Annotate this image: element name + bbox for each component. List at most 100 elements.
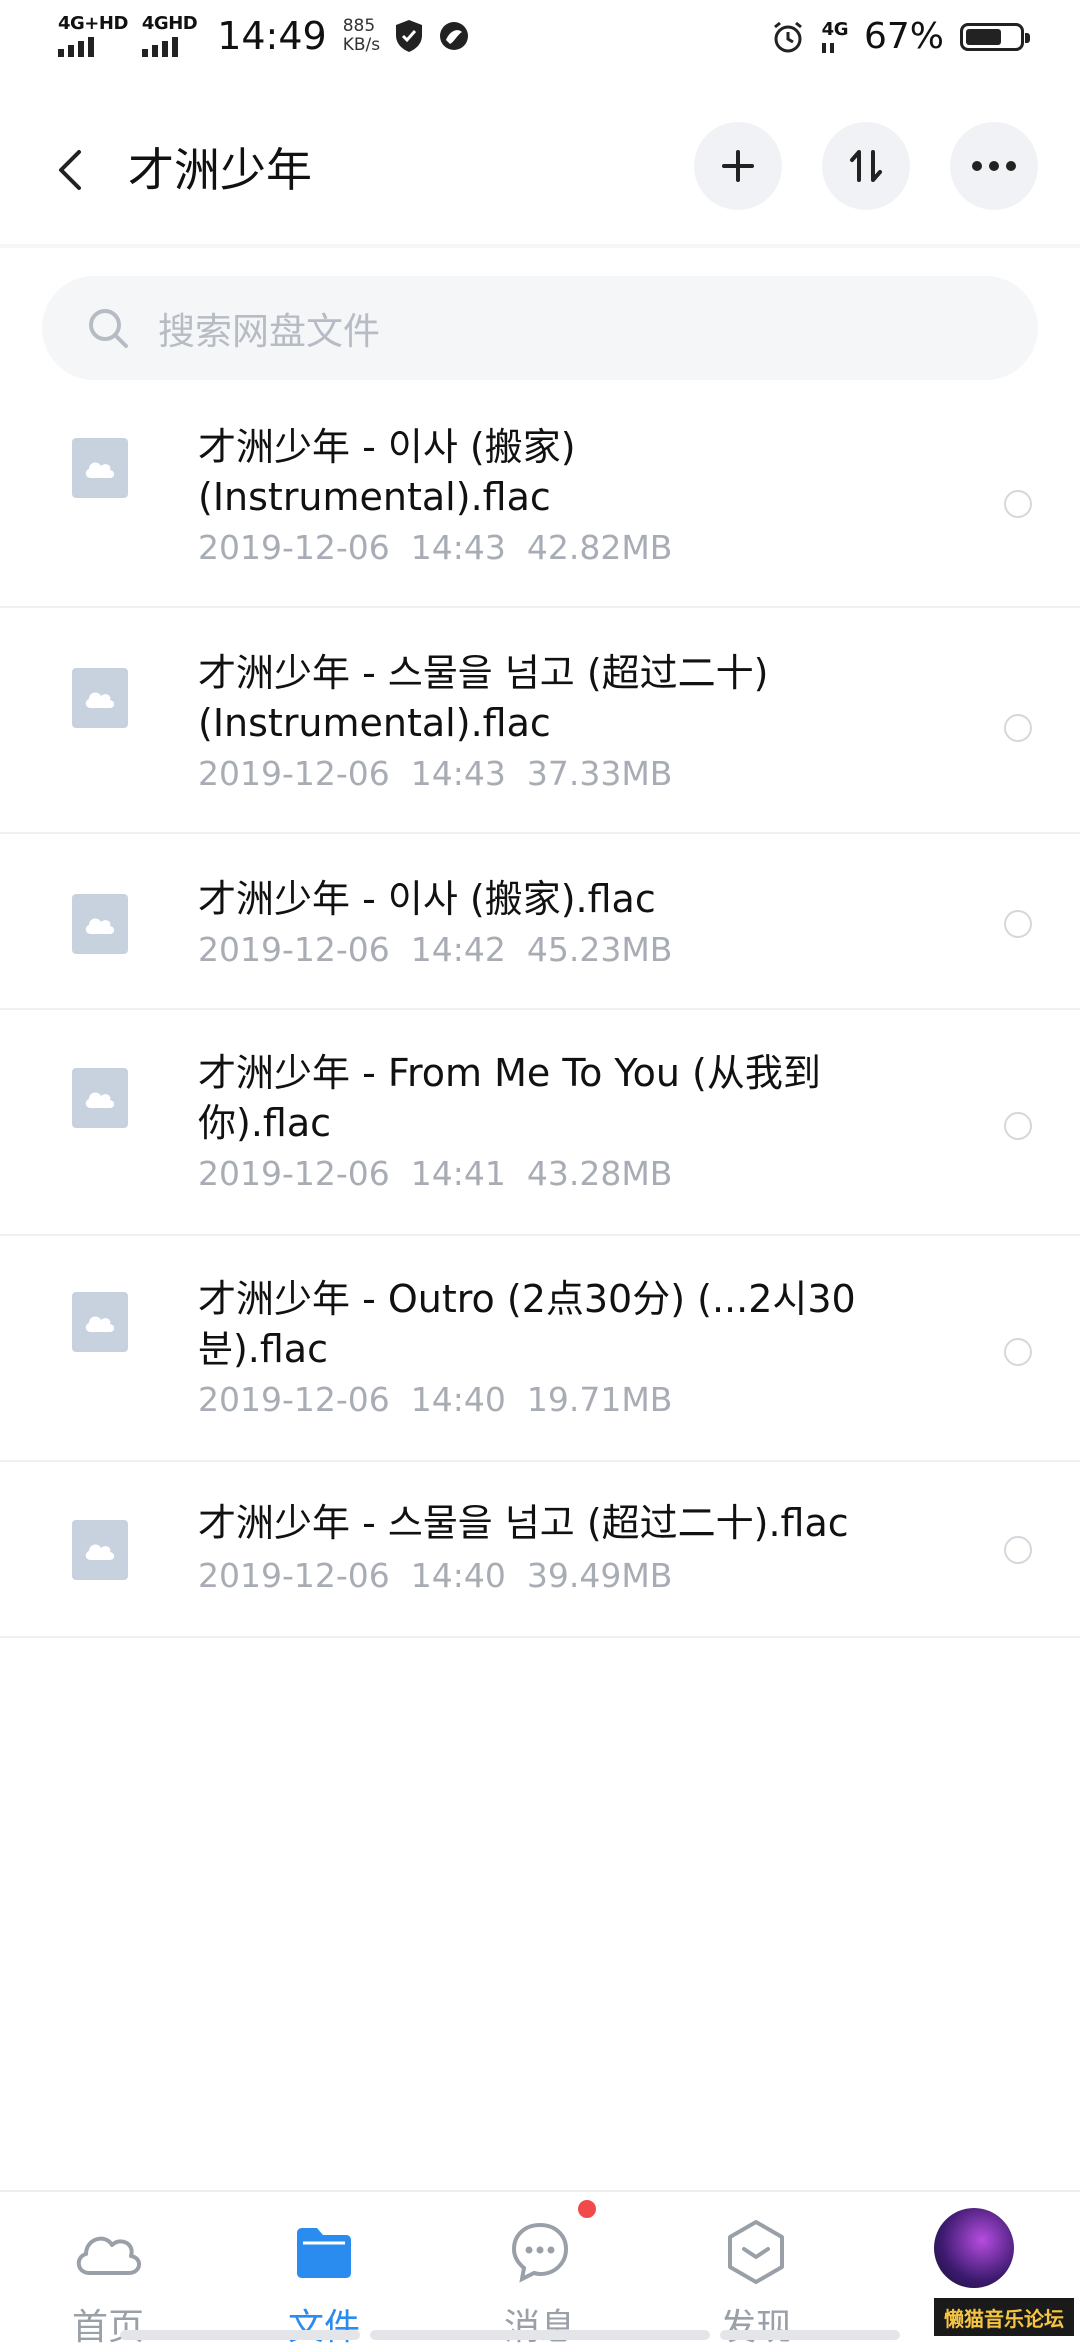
file-date: 2019-12-06 (198, 754, 390, 793)
more-button[interactable] (950, 122, 1038, 210)
file-date: 2019-12-06 (198, 1556, 390, 1595)
tab-discover[interactable]: 发现 (648, 2192, 864, 2348)
select-radio[interactable] (1004, 1112, 1032, 1140)
select-radio[interactable] (1004, 910, 1032, 938)
tab-files[interactable]: 文件 (216, 2192, 432, 2348)
file-meta: 2019-12-06 14:43 37.33MB (198, 754, 672, 793)
back-button[interactable] (48, 138, 92, 202)
cloud-icon (72, 2216, 144, 2288)
network-indicator-2: 4GHD (141, 13, 198, 57)
network-label-2: 4GHD (141, 13, 198, 34)
battery-icon (960, 22, 1030, 51)
file-date: 2019-12-06 (198, 930, 390, 969)
vpn-globe-icon (440, 22, 469, 50)
sort-button[interactable] (822, 122, 910, 210)
discover-icon (720, 2216, 792, 2288)
add-button[interactable] (694, 122, 782, 210)
signal-bars-icon (58, 37, 94, 57)
file-icon (72, 1068, 128, 1128)
file-icon (72, 1292, 128, 1352)
signal-bars-icon (141, 37, 178, 57)
page-title: 才洲少年 (128, 143, 312, 197)
file-icon (72, 894, 128, 954)
file-name: 才洲少年 - 스물을 넘고 (超过二十).flac (198, 1501, 849, 1545)
tab-label-home: 首页 (71, 2307, 144, 2348)
file-date: 2019-12-06 (198, 1380, 390, 1419)
header-divider (0, 244, 1080, 248)
file-list: 才洲少年 - 이사 (搬家) (Instrumental).flac 2019-… (0, 400, 1080, 1638)
search-bar[interactable]: 搜索网盘文件 (42, 276, 1038, 380)
select-radio[interactable] (1004, 490, 1032, 518)
file-time: 14:43 (410, 528, 506, 567)
search-icon (86, 306, 130, 350)
file-row[interactable]: 才洲少年 - From Me To You (从我到你).flac 2019-1… (0, 1010, 1080, 1236)
status-time: 14:49 (217, 14, 327, 58)
battery-level (966, 28, 1001, 45)
file-name: 才洲少年 - 이사 (搬家) (Instrumental).flac (198, 425, 576, 519)
file-name: 才洲少年 - 스물을 넘고 (超过二十) (Instrumental).flac (198, 651, 769, 745)
message-badge (578, 2200, 596, 2218)
speed-value: 885 (342, 16, 376, 36)
file-meta: 2019-12-06 14:40 19.71MB (198, 1380, 672, 1419)
file-time: 14:41 (410, 1154, 506, 1193)
more-dots-icon (972, 161, 1016, 171)
file-size: 39.49MB (526, 1556, 673, 1595)
file-time: 14:42 (410, 930, 506, 969)
file-row[interactable]: 才洲少年 - Outro (2点30分) (...2시30분).flac 201… (0, 1236, 1080, 1462)
file-row[interactable]: 才洲少年 - 이사 (搬家).flac 2019-12-06 14:42 45.… (0, 834, 1080, 1010)
file-row[interactable]: 才洲少年 - 이사 (搬家) (Instrumental).flac 2019-… (0, 400, 1080, 608)
search-placeholder: 搜索网盘文件 (158, 310, 380, 353)
app-header: 才洲少年 (0, 110, 1080, 240)
status-right: 4G 67% (770, 16, 1030, 57)
network-speed: 885 KB/s (343, 17, 380, 55)
file-time: 14:43 (410, 754, 506, 793)
file-meta: 2019-12-06 14:41 43.28MB (198, 1154, 672, 1193)
battery-percent: 67% (863, 16, 944, 57)
network-indicator-1: 4G+HD (58, 15, 128, 57)
file-meta: 2019-12-06 14:40 39.49MB (198, 1556, 672, 1595)
bottom-tab-bar: 首页 文件 消息 发现 (0, 2190, 1080, 2348)
file-time: 14:40 (410, 1380, 506, 1419)
shield-icon (396, 20, 423, 52)
select-radio[interactable] (1004, 714, 1032, 742)
chevron-left-icon (59, 150, 81, 190)
select-radio[interactable] (1004, 1338, 1032, 1366)
status-bar: 4G+HD 4GHD 14:49 885 KB/s 4G 67% (0, 0, 1080, 84)
file-size: 43.28MB (526, 1154, 673, 1193)
avatar[interactable] (934, 2208, 1014, 2288)
network-label-3: 4G (821, 18, 849, 40)
file-name: 才洲少年 - From Me To You (从我到你).flac (198, 1051, 821, 1145)
data-arrows-icon (821, 42, 834, 53)
tab-label-discover: 发现 (719, 2307, 792, 2348)
watermark: 懒猫音乐论坛 (934, 2298, 1074, 2336)
file-icon (72, 438, 128, 498)
file-time: 14:40 (410, 1556, 506, 1595)
tab-home[interactable]: 首页 (0, 2192, 216, 2348)
tab-label-files: 文件 (287, 2307, 360, 2348)
gesture-bar (120, 2330, 360, 2340)
file-row[interactable]: 才洲少年 - 스물을 넘고 (超过二十).flac 2019-12-06 14:… (0, 1462, 1080, 1638)
tab-label-messages: 消息 (503, 2307, 576, 2348)
folder-icon (288, 2216, 360, 2288)
gesture-bar (370, 2330, 710, 2340)
chat-icon (504, 2216, 576, 2288)
file-meta: 2019-12-06 14:42 45.23MB (198, 930, 672, 969)
plus-icon (722, 150, 754, 182)
file-meta: 2019-12-06 14:43 42.82MB (198, 528, 672, 567)
file-size: 45.23MB (526, 930, 673, 969)
file-row[interactable]: 才洲少年 - 스물을 넘고 (超过二十) (Instrumental).flac… (0, 608, 1080, 834)
file-icon (72, 1520, 128, 1580)
file-date: 2019-12-06 (198, 528, 390, 567)
status-left: 4G+HD 4GHD 14:49 885 KB/s (58, 14, 470, 58)
select-radio[interactable] (1004, 1536, 1032, 1564)
file-date: 2019-12-06 (198, 1154, 390, 1193)
speed-unit: KB/s (342, 35, 381, 55)
file-size: 37.33MB (526, 754, 673, 793)
file-size: 42.82MB (526, 528, 673, 567)
tab-messages[interactable]: 消息 (432, 2192, 648, 2348)
file-icon (72, 668, 128, 728)
file-name: 才洲少年 - 이사 (搬家).flac (198, 877, 656, 921)
file-size: 19.71MB (526, 1380, 673, 1419)
sort-icon (850, 150, 882, 182)
alarm-icon (773, 21, 802, 52)
